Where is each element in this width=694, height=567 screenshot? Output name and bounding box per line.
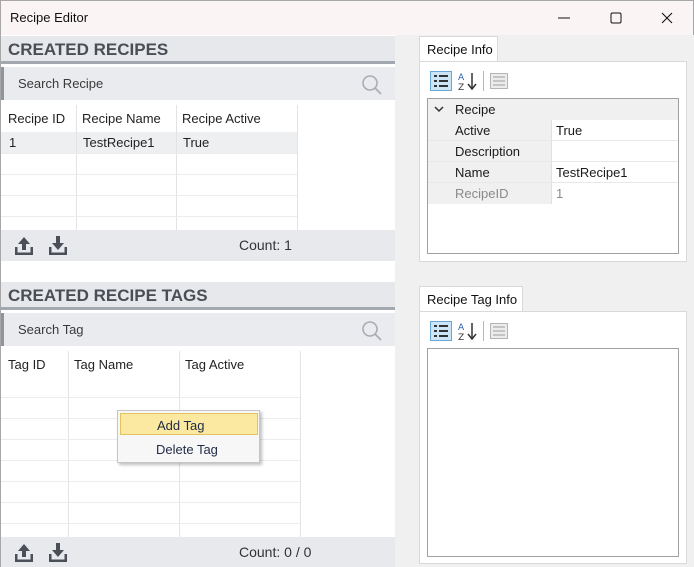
upload-icon[interactable]: [13, 542, 35, 564]
column-header-recipe-name[interactable]: Recipe Name: [76, 105, 176, 131]
tag-search-placeholder: Search Tag: [18, 322, 84, 337]
grid-line: [1, 174, 297, 175]
column-header-tag-name[interactable]: Tag Name: [68, 351, 179, 377]
tags-count: Count: 0 / 0: [239, 544, 312, 560]
column-header-recipe-id[interactable]: Recipe ID: [2, 105, 76, 131]
recipes-section-header: CREATED RECIPES: [1, 36, 395, 64]
recipe-property-grid: Recipe Active True Description Name Test…: [427, 98, 679, 254]
property-value: TestRecipe1: [556, 165, 628, 180]
property-value: 1: [556, 186, 564, 201]
menu-item-label: Delete Tag: [156, 442, 218, 457]
grid-line: [1, 502, 300, 503]
maximize-button[interactable]: [591, 1, 641, 35]
property-row-active[interactable]: Active True: [428, 120, 678, 141]
close-icon: [661, 12, 673, 24]
grid-line: [1, 216, 297, 217]
download-icon[interactable]: [47, 542, 69, 564]
property-value: True: [556, 123, 583, 138]
grid-line: [1, 523, 300, 524]
recipe-tag-info-page: AZ: [419, 311, 687, 564]
collapse-arrow-icon[interactable]: [434, 106, 444, 113]
grid-line: [1, 397, 300, 398]
cell-recipe-name: TestRecipe1: [83, 135, 155, 150]
property-row-name[interactable]: Name TestRecipe1: [428, 162, 678, 183]
minimize-button[interactable]: [539, 1, 589, 35]
menu-item-label: Add Tag: [157, 418, 205, 433]
grid-line: [1, 481, 300, 482]
categorized-icon[interactable]: [430, 321, 452, 341]
recipe-info-page: AZ Recipe Active True Description Name T…: [419, 61, 687, 262]
svg-text:A: A: [458, 323, 465, 333]
tag-search-input[interactable]: Search Tag: [1, 313, 395, 346]
window-title: Recipe Editor: [10, 10, 89, 25]
property-key: Name: [455, 165, 490, 180]
context-menu: Add Tag Delete Tag: [117, 410, 260, 463]
property-category-row[interactable]: Recipe: [428, 99, 678, 120]
recipe-search-placeholder: Search Recipe: [18, 76, 104, 91]
menu-item-add-tag[interactable]: Add Tag: [120, 413, 258, 435]
recipe-search-input[interactable]: Search Recipe: [1, 67, 395, 100]
property-category-label: Recipe: [455, 102, 496, 117]
grid-line: [68, 351, 69, 537]
grid-line: [76, 105, 77, 230]
grid-line: [297, 105, 298, 230]
cell-recipe-active: True: [183, 135, 210, 150]
title-bar: Recipe Editor: [1, 1, 693, 35]
maximize-icon: [610, 12, 622, 24]
toolbar-separator: [483, 321, 484, 341]
property-key: Active: [455, 123, 491, 138]
minimize-icon: [558, 17, 570, 19]
tags-section-header: CREATED RECIPE TAGS: [1, 282, 395, 310]
cell-recipe-id: 1: [9, 135, 17, 150]
tab-recipe-tag-info[interactable]: Recipe Tag Info: [419, 286, 523, 312]
sort-alpha-icon[interactable]: AZ: [457, 71, 479, 91]
svg-text:Z: Z: [458, 83, 464, 91]
property-row-recipeid[interactable]: RecipeID 1: [428, 183, 678, 204]
sort-alpha-icon[interactable]: AZ: [457, 321, 479, 341]
svg-text:A: A: [458, 73, 465, 83]
toolbar-separator: [483, 71, 484, 91]
download-icon[interactable]: [47, 235, 69, 257]
column-header-recipe-active[interactable]: Recipe Active: [176, 105, 297, 131]
property-pages-icon: [490, 323, 508, 339]
grid-line: [1, 195, 297, 196]
column-header-tag-id[interactable]: Tag ID: [2, 351, 68, 377]
grid-line: [176, 105, 177, 230]
search-icon[interactable]: [361, 74, 383, 96]
grid-line: [1, 153, 297, 154]
column-header-tag-active[interactable]: Tag Active: [179, 351, 300, 377]
recipes-count: Count: 1: [239, 237, 292, 253]
categorized-icon[interactable]: [430, 71, 452, 91]
recipe-tag-property-grid: [427, 348, 679, 557]
property-pages-icon: [490, 73, 508, 89]
property-key: RecipeID: [455, 186, 509, 201]
property-row-description[interactable]: Description: [428, 141, 678, 162]
property-key: Description: [455, 144, 521, 159]
recipes-table: Recipe ID Recipe Name Recipe Active 1 Te…: [1, 105, 395, 230]
tags-footer: Count: 0 / 0: [1, 537, 395, 567]
recipe-editor-window: Recipe Editor CREATED RECIPES Search Rec…: [0, 0, 694, 567]
svg-text:Z: Z: [458, 333, 464, 341]
recipes-footer: Count: 1: [1, 230, 395, 261]
upload-icon[interactable]: [13, 235, 35, 257]
tab-recipe-info[interactable]: Recipe Info: [419, 36, 498, 62]
search-icon[interactable]: [361, 320, 383, 342]
menu-item-delete-tag[interactable]: Delete Tag: [120, 438, 258, 460]
grid-line: [300, 351, 301, 537]
close-button[interactable]: [642, 1, 692, 35]
